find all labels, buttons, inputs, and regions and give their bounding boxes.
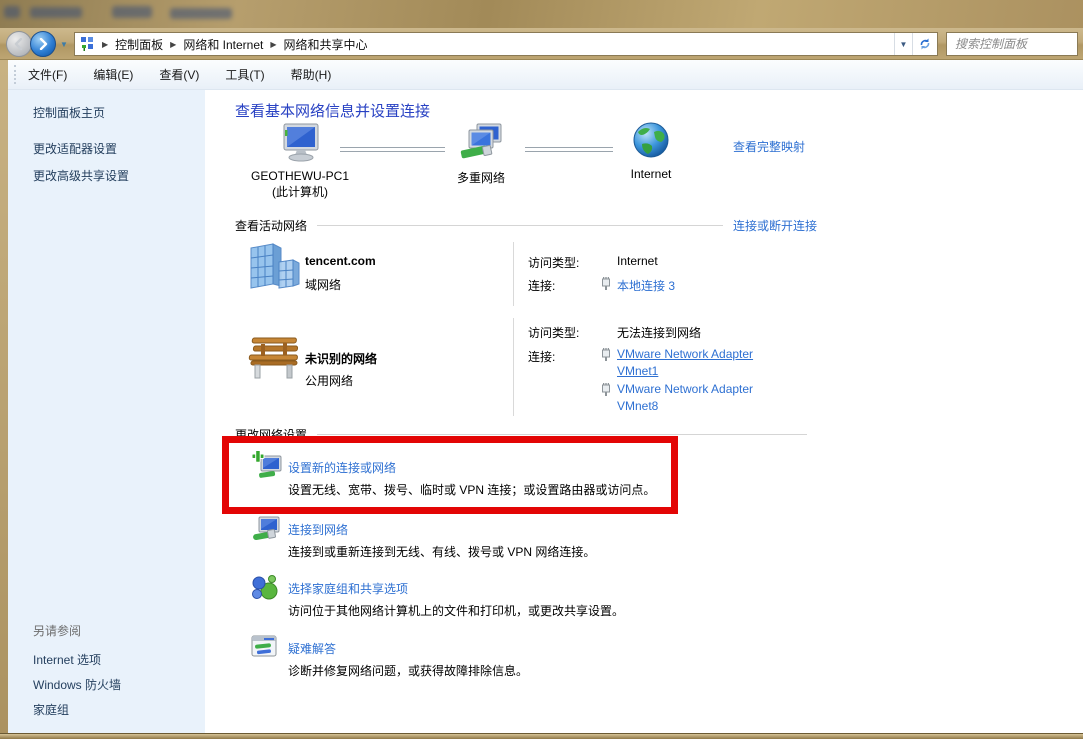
address-bar: ▼ ▶ 控制面板 ▶ 网络和 Internet ▶ 网络和共享中心 ▼ (0, 28, 1083, 60)
recent-pages-dropdown[interactable]: ▼ (60, 40, 68, 49)
forward-arrow-icon (39, 38, 48, 50)
breadcrumb-arrow-icon: ▶ (270, 39, 277, 49)
back-button[interactable] (6, 31, 32, 57)
setup-new-connection-icon[interactable] (251, 451, 283, 481)
desktop-blur-blob (112, 6, 152, 18)
refresh-icon (920, 38, 930, 50)
breadcrumb-control-panel[interactable]: 控制面板 (115, 36, 163, 53)
map-node-this-computer[interactable]: GEOTHEWU-PC1 (此计算机) (230, 122, 370, 200)
map-node-label: GEOTHEWU-PC1 (250, 169, 349, 183)
network-name: tencent.com (305, 254, 376, 268)
sidebar-item-change-adapter-settings[interactable]: 更改适配器设置 (33, 140, 117, 157)
access-type-label: 访问类型: (528, 256, 580, 270)
back-arrow-icon (14, 38, 23, 50)
window-left-border (0, 60, 8, 733)
page-title: 查看基本网络信息并设置连接 (235, 103, 431, 120)
section-divider (317, 225, 723, 226)
homegroup-icon[interactable] (251, 574, 279, 602)
forward-button[interactable] (30, 31, 56, 57)
task-connect-to-network-desc: 连接到或重新连接到无线、有线、拨号或 VPN 网络连接。 (288, 545, 596, 559)
menu-help[interactable]: 帮助(H) (291, 66, 332, 83)
sidebar-item-change-advanced-sharing[interactable]: 更改高级共享设置 (33, 167, 129, 184)
menu-bar: 文件(F) 编辑(E) 查看(V) 工具(T) 帮助(H) (8, 60, 1083, 90)
access-type-value: Internet (617, 254, 658, 268)
menu-edit[interactable]: 编辑(E) (93, 66, 133, 83)
internet-globe-icon (633, 122, 669, 158)
desktop-blur-blob (170, 8, 232, 19)
menu-file[interactable]: 文件(F) (28, 66, 67, 83)
change-settings-header-row: 更改网络设置 (235, 426, 817, 443)
domain-network-icon (250, 243, 300, 289)
connection-label: 连接: (528, 350, 556, 364)
ethernet-plug-icon (602, 383, 610, 396)
connect-to-network-icon[interactable] (251, 515, 281, 543)
network-name: 未识别的网络 (305, 352, 378, 366)
refresh-button[interactable] (912, 33, 937, 55)
vmware-vmnet8-link[interactable]: VMware Network Adapter VMnet8 (617, 381, 789, 415)
task-homegroup-options-desc: 访问位于其他网络计算机上的文件和打印机，或更改共享设置。 (288, 604, 625, 618)
multiple-networks-icon (460, 123, 502, 159)
desktop-background (0, 0, 1083, 28)
task-troubleshoot-link[interactable]: 疑难解答 (288, 640, 336, 657)
vmware-vmnet1-link[interactable]: VMware Network Adapter VMnet1 (617, 346, 789, 380)
sidebar-item-control-panel-home[interactable]: 控制面板主页 (33, 104, 105, 121)
task-homegroup-options-link[interactable]: 选择家庭组和共享选项 (288, 580, 408, 597)
breadcrumb-arrow-icon: ▶ (170, 39, 177, 49)
sidebar: 控制面板主页 更改适配器设置 更改高级共享设置 另请参阅 Internet 选项… (8, 90, 205, 733)
desktop-blur-blob (30, 7, 82, 18)
map-node-label: 多重网络 (456, 171, 505, 185)
breadcrumb-network-internet[interactable]: 网络和 Internet (183, 36, 263, 53)
active-networks-header: 查看活动网络 (235, 219, 308, 233)
window-bottom-border (0, 733, 1083, 739)
change-settings-header: 更改网络设置 (235, 428, 308, 442)
main-pane: 查看基本网络信息并设置连接 GEOTHEWU-PC1 (此计算机) 多重网络 I… (205, 90, 1083, 733)
map-node-multiple-networks[interactable]: 多重网络 (426, 122, 536, 186)
network-category: 公用网络 (305, 374, 354, 388)
task-connect-to-network-link[interactable]: 连接到网络 (288, 521, 348, 538)
public-network-bench-icon (248, 337, 299, 379)
troubleshoot-icon[interactable] (251, 635, 277, 659)
address-input[interactable]: ▶ 控制面板 ▶ 网络和 Internet ▶ 网络和共享中心 ▼ (74, 32, 938, 56)
map-node-label: Internet (630, 167, 672, 181)
map-node-internet[interactable]: Internet (601, 120, 701, 181)
network-row-divider (513, 242, 514, 306)
breadcrumb-network-sharing-center[interactable]: 网络和共享中心 (284, 36, 368, 53)
access-type-label: 访问类型: (528, 326, 580, 340)
ethernet-plug-icon (602, 348, 610, 361)
desktop-blur-blob (4, 6, 20, 18)
local-connection-3-link[interactable]: 本地连接 3 (617, 277, 675, 294)
computer-icon (283, 123, 319, 162)
ethernet-plug-icon (602, 277, 610, 290)
network-row-divider (513, 318, 514, 416)
connection-label: 连接: (528, 279, 556, 293)
view-full-map-link[interactable]: 查看完整映射 (733, 138, 805, 155)
menu-tools[interactable]: 工具(T) (225, 66, 264, 83)
search-input[interactable] (947, 33, 1077, 55)
sidebar-item-internet-options[interactable]: Internet 选项 (33, 651, 101, 668)
sidebar-see-also-header: 另请参阅 (33, 624, 82, 638)
network-category: 域网络 (305, 278, 342, 292)
task-setup-new-connection-link[interactable]: 设置新的连接或网络 (288, 459, 396, 476)
search-box (946, 32, 1078, 56)
network-center-icon (81, 37, 93, 51)
active-networks-header-row: 查看活动网络 连接或断开连接 (235, 217, 817, 234)
task-setup-new-connection-desc: 设置无线、宽带、拨号、临时或 VPN 连接；或设置路由器或访问点。 (288, 483, 656, 497)
map-node-sublabel: (此计算机) (272, 185, 328, 199)
task-troubleshoot-desc: 诊断并修复网络问题，或获得故障排除信息。 (288, 664, 529, 678)
section-divider (317, 434, 807, 435)
sidebar-item-windows-firewall[interactable]: Windows 防火墙 (33, 676, 121, 693)
window-content: 控制面板主页 更改适配器设置 更改高级共享设置 另请参阅 Internet 选项… (8, 90, 1083, 733)
sidebar-item-homegroup[interactable]: 家庭组 (33, 701, 69, 718)
menu-view[interactable]: 查看(V) (159, 66, 199, 83)
map-connector-line (525, 147, 613, 152)
address-dropdown-icon[interactable]: ▼ (894, 33, 912, 55)
breadcrumb-arrow-icon: ▶ (102, 39, 109, 49)
connect-disconnect-link[interactable]: 连接或断开连接 (733, 217, 817, 234)
access-type-value: 无法连接到网络 (617, 326, 702, 340)
